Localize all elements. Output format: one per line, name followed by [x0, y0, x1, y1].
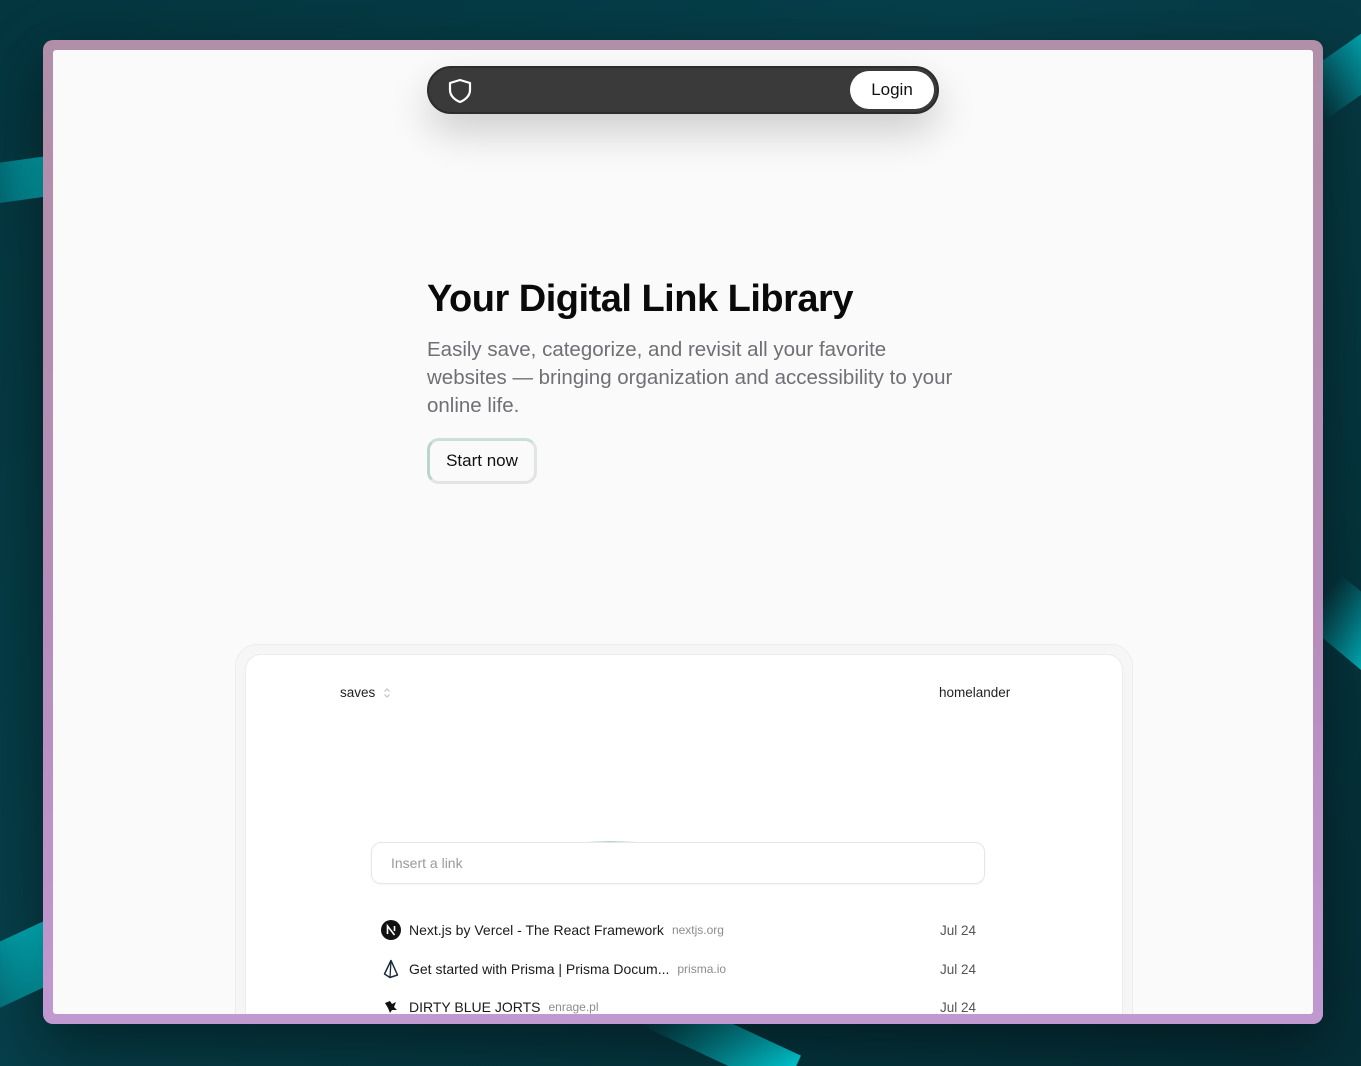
hero-title: Your Digital Link Library	[427, 278, 853, 320]
link-row[interactable]: Get started with Prisma | Prisma Docum..…	[381, 957, 976, 981]
link-title: DIRTY BLUE JORTS	[409, 999, 541, 1014]
link-domain: nextjs.org	[671, 923, 724, 937]
login-button[interactable]: Login	[850, 71, 934, 109]
collection-selector[interactable]: saves	[340, 685, 391, 700]
shield-logo-icon[interactable]	[447, 78, 473, 104]
collection-label: saves	[340, 685, 376, 700]
link-title: Get started with Prisma | Prisma Docum..…	[409, 961, 670, 977]
link-date: Jul 24	[939, 922, 976, 938]
page-content: Login Your Digital Link Library Easily s…	[53, 50, 1313, 1014]
top-navbar: Login	[427, 66, 939, 114]
chevron-up-down-icon	[384, 687, 391, 698]
link-date: Jul 24	[939, 999, 976, 1015]
prisma-icon	[381, 959, 401, 979]
link-domain: prisma.io	[677, 962, 727, 976]
link-domain: enrage.pl	[548, 1000, 599, 1014]
app-preview: saves homelander Insert a link Next.js b…	[245, 654, 1123, 1014]
link-title: Next.js by Vercel - The React Framework	[409, 922, 664, 938]
link-row[interactable]: DIRTY BLUE JORTS enrage.pl Jul 24	[381, 995, 976, 1014]
start-now-button[interactable]: Start now	[427, 438, 537, 484]
app-preview-frame: saves homelander Insert a link Next.js b…	[235, 644, 1133, 1014]
insert-link-input[interactable]	[371, 842, 985, 884]
link-date: Jul 24	[939, 961, 976, 977]
link-row[interactable]: Next.js by Vercel - The React Framework …	[381, 918, 976, 942]
username[interactable]: homelander	[939, 685, 1010, 700]
dragon-icon	[381, 997, 401, 1014]
nextjs-icon	[381, 920, 401, 940]
browser-window: Login Your Digital Link Library Easily s…	[43, 40, 1323, 1024]
hero-subtitle: Easily save, categorize, and revisit all…	[427, 338, 953, 417]
